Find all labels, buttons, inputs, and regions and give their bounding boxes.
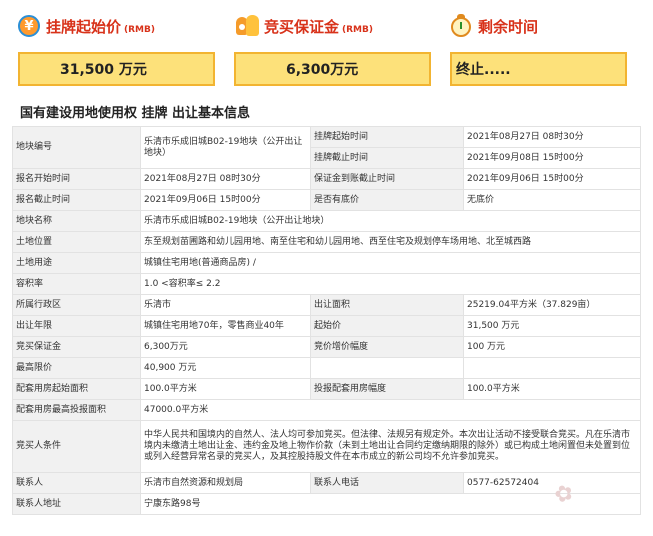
area-label: 出让面积 bbox=[310, 294, 464, 316]
max-price-value: 40,900 万元 bbox=[140, 357, 311, 379]
address-label: 联系人地址 bbox=[12, 493, 141, 515]
start-price-title: 挂牌起始价 (RMB) bbox=[46, 17, 155, 36]
far-value: 1.0 <容积率≤ 2.2 bbox=[140, 273, 641, 295]
table-row: 容积率 1.0 <容积率≤ 2.2 bbox=[12, 273, 641, 295]
deposit-card: 竞买保证金 (RMB) 6,300万元 bbox=[234, 12, 431, 86]
location-label: 土地位置 bbox=[12, 231, 141, 253]
housing-max-label: 配套用房最高投报面积 bbox=[12, 399, 141, 421]
increment-value: 100 万元 bbox=[463, 336, 641, 358]
deposit-label: 竞买保证金 bbox=[12, 336, 141, 358]
term-value: 城镇住宅用地70年，零售商业40年 bbox=[140, 315, 311, 337]
far-label: 容积率 bbox=[12, 273, 141, 295]
parcel-no-value: 乐清市乐成旧城B02-19地块（公开出让地块） bbox=[140, 126, 311, 169]
max-price-label: 最高限价 bbox=[12, 357, 141, 379]
table-row: 竞买保证金 6,300万元 竞价增价幅度 100 万元 bbox=[12, 336, 641, 358]
housing-start-label: 配套用房起始面积 bbox=[12, 378, 141, 400]
remaining-time-card-header: 剩余时间 bbox=[450, 12, 627, 40]
table-row: 配套用房起始面积 100.0平方米 投报配套用房幅度 100.0平方米 bbox=[12, 378, 641, 400]
area-value: 25219.04平方米（37.829亩） bbox=[463, 294, 641, 316]
deposit-deadline-label: 保证金到账截止时间 bbox=[310, 168, 464, 190]
deposit-title: 竞买保证金 (RMB) bbox=[264, 17, 373, 36]
price-tag-icon: ¥ bbox=[18, 15, 40, 37]
deposit-card-header: 竞买保证金 (RMB) bbox=[234, 12, 431, 40]
conditions-value: 中华人民共和国境内的自然人、法人均可参加竞买。但法律、法规另有规定外。本次出让活… bbox=[140, 420, 641, 473]
table-row: 联系人 乐清市自然资源和规划局 联系人电话 0577-62572404 bbox=[12, 472, 641, 494]
table-row: 竞买人条件 中华人民共和国境内的自然人、法人均可参加竞买。但法律、法规另有规定外… bbox=[12, 420, 641, 473]
location-value: 东至规划苗圃路和幼儿园用地、南至住宅和幼儿园用地、西至住宅及规划停车场用地、北至… bbox=[140, 231, 641, 253]
table-row: 出让年限 城镇住宅用地70年，零售商业40年 起始价 31,500 万元 bbox=[12, 315, 641, 337]
conditions-label: 竞买人条件 bbox=[12, 420, 141, 473]
listing-end-value: 2021年09月08日 15时00分 bbox=[463, 147, 641, 169]
increment-label: 竞价增价幅度 bbox=[310, 336, 464, 358]
empty-cell bbox=[310, 357, 464, 379]
deposit-deadline-value: 2021年09月06日 15时00分 bbox=[463, 168, 641, 190]
remaining-time-title: 剩余时间 bbox=[478, 17, 539, 36]
table-row: 地块名称 乐清市乐成旧城B02-19地块（公开出让地块） bbox=[12, 210, 641, 232]
phone-label: 联系人电话 bbox=[310, 472, 464, 494]
reserve-label: 是否有底价 bbox=[310, 189, 464, 211]
listing-start-value: 2021年08月27日 08时30分 bbox=[463, 126, 641, 148]
reserve-value: 无底价 bbox=[463, 189, 641, 211]
table-row: 地块编号 乐清市乐成旧城B02-19地块（公开出让地块） 挂牌起始时间 2021… bbox=[12, 126, 641, 169]
empty-cell bbox=[463, 357, 641, 379]
table-row: 所属行政区 乐清市 出让面积 25219.04平方米（37.829亩） bbox=[12, 294, 641, 316]
use-value: 城镇住宅用地(普通商品房) / bbox=[140, 252, 641, 274]
housing-step-label: 投报配套用房幅度 bbox=[310, 378, 464, 400]
table-row: 联系人地址 宁康东路98号 bbox=[12, 493, 641, 515]
contact-label: 联系人 bbox=[12, 472, 141, 494]
people-icon bbox=[234, 15, 262, 37]
signup-end-label: 报名截止时间 bbox=[12, 189, 141, 211]
start-price-card-header: ¥ 挂牌起始价 (RMB) bbox=[18, 12, 215, 40]
signup-end-value: 2021年09月06日 15时00分 bbox=[140, 189, 311, 211]
table-row: 土地位置 东至规划苗圃路和幼儿园用地、南至住宅和幼儿园用地、西至住宅及规划停车场… bbox=[12, 231, 641, 253]
alarm-clock-icon bbox=[450, 14, 472, 38]
district-label: 所属行政区 bbox=[12, 294, 141, 316]
start-price-value: 31,500 万元 bbox=[18, 52, 215, 86]
start-price-label: 起始价 bbox=[310, 315, 464, 337]
listing-start-label: 挂牌起始时间 bbox=[310, 126, 464, 148]
table-row: 土地用途 城镇住宅用地(普通商品房) / bbox=[12, 252, 641, 274]
parcel-name-value: 乐清市乐成旧城B02-19地块（公开出让地块） bbox=[140, 210, 641, 232]
info-table: 地块编号 乐清市乐成旧城B02-19地块（公开出让地块） 挂牌起始时间 2021… bbox=[12, 126, 641, 515]
parcel-no-label: 地块编号 bbox=[12, 126, 141, 169]
parcel-name-label: 地块名称 bbox=[12, 210, 141, 232]
summary-header: ¥ 挂牌起始价 (RMB) 31,500 万元 竞买保证金 (RMB) 6,300万… bbox=[0, 0, 653, 96]
district-value: 乐清市 bbox=[140, 294, 311, 316]
housing-max-value: 47000.0平方米 bbox=[140, 399, 641, 421]
table-row: 报名截止时间 2021年09月06日 15时00分 是否有底价 无底价 bbox=[12, 189, 641, 211]
use-label: 土地用途 bbox=[12, 252, 141, 274]
deposit-row-value: 6,300万元 bbox=[140, 336, 311, 358]
housing-start-value: 100.0平方米 bbox=[140, 378, 311, 400]
table-row: 最高限价 40,900 万元 bbox=[12, 357, 641, 379]
remaining-time-value: 终止..... bbox=[450, 52, 627, 86]
listing-end-label: 挂牌截止时间 bbox=[310, 147, 464, 169]
remaining-time-card: 剩余时间 终止..... bbox=[450, 12, 627, 86]
contact-value: 乐清市自然资源和规划局 bbox=[140, 472, 311, 494]
start-price-row-value: 31,500 万元 bbox=[463, 315, 641, 337]
start-price-card: ¥ 挂牌起始价 (RMB) 31,500 万元 bbox=[18, 12, 215, 86]
signup-start-label: 报名开始时间 bbox=[12, 168, 141, 190]
deposit-value: 6,300万元 bbox=[234, 52, 431, 86]
term-label: 出让年限 bbox=[12, 315, 141, 337]
section-title: 国有建设用地使用权 挂牌 出让基本信息 bbox=[20, 106, 251, 121]
table-row: 配套用房最高投报面积 47000.0平方米 bbox=[12, 399, 641, 421]
table-row: 报名开始时间 2021年08月27日 08时30分 保证金到账截止时间 2021… bbox=[12, 168, 641, 190]
signup-start-value: 2021年08月27日 08时30分 bbox=[140, 168, 311, 190]
housing-step-value: 100.0平方米 bbox=[463, 378, 641, 400]
